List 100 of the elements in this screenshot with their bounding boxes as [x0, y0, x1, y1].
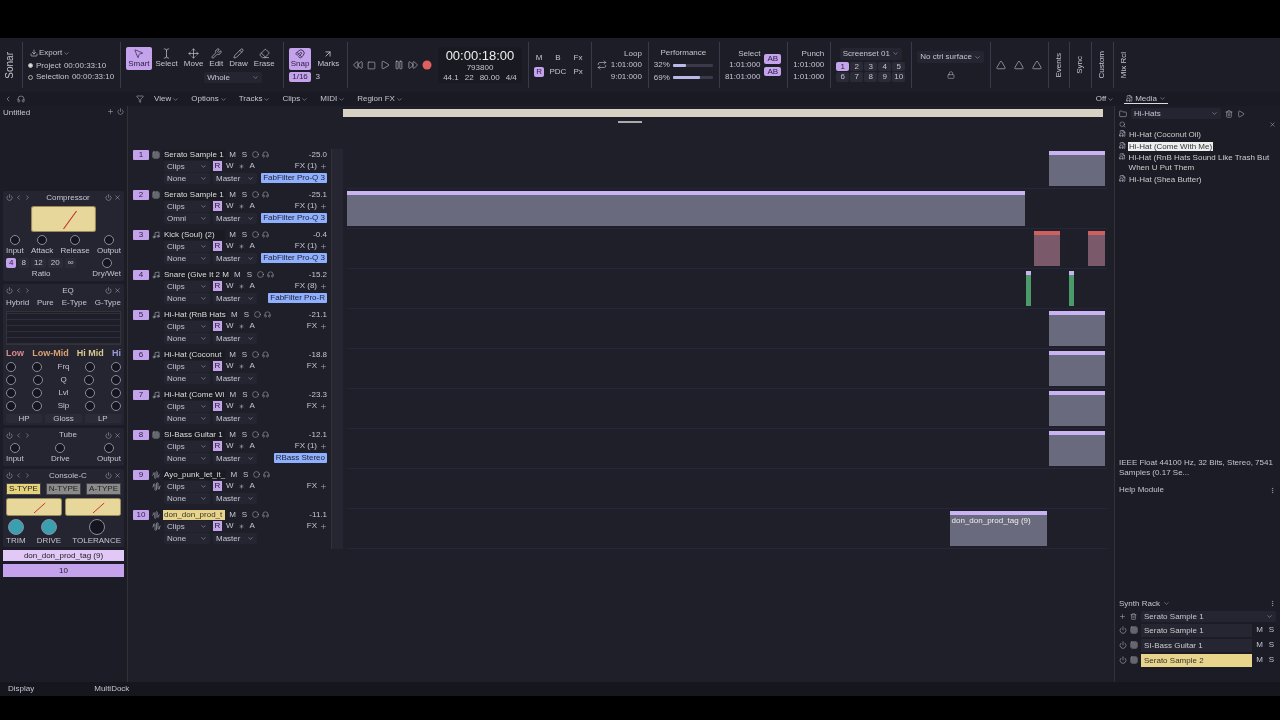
power-icon[interactable]	[6, 194, 13, 202]
record-icon[interactable]	[252, 151, 259, 159]
add-icon[interactable]	[320, 442, 327, 450]
module-label[interactable]: Mix Rcl	[1118, 51, 1129, 79]
solo-button[interactable]: S	[240, 190, 249, 200]
power-icon[interactable]	[6, 287, 13, 295]
filter-icon[interactable]	[136, 95, 144, 103]
power-icon[interactable]	[1119, 641, 1127, 650]
synth-name[interactable]: Serato Sample 1	[1141, 623, 1252, 637]
clips-dropdown[interactable]: Clips	[164, 280, 210, 292]
snap-resolution[interactable]: 1/16	[288, 72, 312, 82]
record-icon[interactable]	[252, 351, 259, 359]
output-dropdown[interactable]: Master	[213, 412, 257, 424]
input-dropdown[interactable]: None	[164, 412, 210, 424]
plugin-button[interactable]: RBass Stereo	[273, 453, 327, 463]
knob[interactable]	[103, 442, 114, 453]
audio-clip[interactable]: don_don_prod_tag (9)	[949, 511, 1047, 546]
knob[interactable]	[83, 374, 94, 385]
clips-dropdown[interactable]: Clips	[164, 320, 210, 332]
add-icon[interactable]	[320, 522, 327, 530]
screenset-button[interactable]: 6	[836, 72, 850, 82]
knob[interactable]	[85, 400, 96, 411]
tool-button[interactable]: Erase	[251, 47, 277, 70]
record-icon[interactable]	[252, 431, 259, 439]
control-surface-dropdown[interactable]: No ctrl surface	[917, 51, 984, 63]
solo-button[interactable]: S	[240, 510, 249, 520]
grid-icon[interactable]	[152, 150, 160, 159]
menu-item[interactable]: View	[152, 94, 182, 104]
write-button[interactable]: W	[225, 241, 235, 251]
synth-name[interactable]: SI-Bass Guitar 1	[1141, 638, 1252, 652]
mute-button[interactable]: M	[232, 270, 242, 280]
input-dropdown[interactable]: None	[164, 372, 210, 384]
media-tab[interactable]: Media	[1124, 93, 1168, 105]
ab-button[interactable]: AB	[764, 53, 782, 64]
power-icon[interactable]	[6, 431, 13, 439]
clips-dropdown[interactable]: Clips	[164, 240, 210, 252]
read-button[interactable]: R	[213, 441, 222, 451]
close-icon[interactable]	[114, 431, 121, 439]
close-icon[interactable]	[114, 194, 121, 202]
track-name[interactable]: Ayo_punk_let_it_	[163, 470, 227, 480]
write-button[interactable]: W	[225, 521, 235, 531]
write-button[interactable]: W	[225, 361, 235, 371]
ratio-button[interactable]: 8	[18, 258, 29, 268]
resize-handle[interactable]	[618, 121, 642, 123]
track-name[interactable]: Kick (Soul) (2)	[163, 230, 225, 240]
audio-clip[interactable]	[1048, 431, 1106, 466]
record-icon[interactable]	[253, 311, 261, 319]
headphones-icon[interactable]	[262, 391, 270, 399]
eq-mode[interactable]: G-Type	[94, 298, 121, 308]
record-icon[interactable]	[422, 60, 433, 70]
knob[interactable]	[88, 518, 105, 535]
audio-clip[interactable]	[1087, 231, 1106, 266]
tool-mode-dropdown[interactable]: Whole	[204, 71, 263, 83]
note-icon[interactable]	[152, 230, 160, 239]
asterisk-icon[interactable]	[237, 322, 245, 330]
fast-forward-icon[interactable]	[408, 60, 419, 70]
rewind-icon[interactable]	[353, 60, 364, 70]
solo-button[interactable]: S	[240, 390, 250, 400]
headphones-icon[interactable]	[262, 511, 269, 519]
read-button[interactable]: R	[213, 281, 222, 291]
record-icon[interactable]	[252, 191, 259, 199]
read-button[interactable]: R	[213, 481, 222, 491]
triangle-icon[interactable]	[1013, 60, 1024, 70]
audio-clip[interactable]	[1048, 351, 1106, 386]
knob[interactable]	[85, 361, 96, 372]
automation-button[interactable]: A	[247, 441, 257, 451]
synth-name[interactable]: Serato Sample 2	[1141, 653, 1252, 667]
track-name[interactable]: Hi-Hat (Coconut	[163, 350, 225, 360]
knob[interactable]	[32, 387, 43, 398]
marks-button[interactable]: Marks	[315, 48, 342, 71]
headphones-icon[interactable]	[262, 231, 269, 239]
clips-dropdown[interactable]: Clips	[164, 480, 210, 492]
output-dropdown[interactable]: Master	[213, 332, 257, 344]
headphones-icon[interactable]	[266, 271, 274, 279]
add-icon[interactable]	[320, 322, 327, 330]
add-icon[interactable]	[320, 282, 327, 290]
eq-mode[interactable]: Hybrid	[6, 298, 30, 308]
synth-dropdown[interactable]: Serato Sample 1	[1141, 610, 1276, 622]
input-dropdown[interactable]: None	[164, 452, 210, 464]
menu-item[interactable]: Tracks	[236, 94, 273, 104]
screenset-button[interactable]: 4	[878, 61, 892, 72]
plugin-button[interactable]: FabFilter Pro-R	[268, 293, 327, 303]
input-dropdown[interactable]: Omni	[164, 212, 210, 224]
radio-button[interactable]	[28, 63, 33, 69]
read-button[interactable]: R	[213, 401, 222, 411]
tool-button[interactable]: Draw	[227, 47, 250, 70]
mute-button[interactable]: M	[228, 150, 237, 160]
asterisk-icon[interactable]	[237, 402, 245, 410]
mix-button[interactable]: Px	[571, 66, 585, 78]
headphones-icon[interactable]	[17, 95, 25, 103]
power-icon[interactable]	[105, 431, 112, 439]
mix-button[interactable]: R	[533, 66, 545, 78]
knob[interactable]	[101, 258, 112, 269]
mute-button[interactable]: M	[229, 310, 239, 320]
delete-icon[interactable]	[1130, 612, 1137, 620]
eq-mode[interactable]: Pure	[36, 298, 54, 308]
solo-button[interactable]: S	[240, 350, 249, 360]
automation-button[interactable]: A	[247, 481, 257, 491]
headphones-icon[interactable]	[263, 311, 271, 319]
type-button[interactable]: S-TYPE	[6, 483, 41, 495]
